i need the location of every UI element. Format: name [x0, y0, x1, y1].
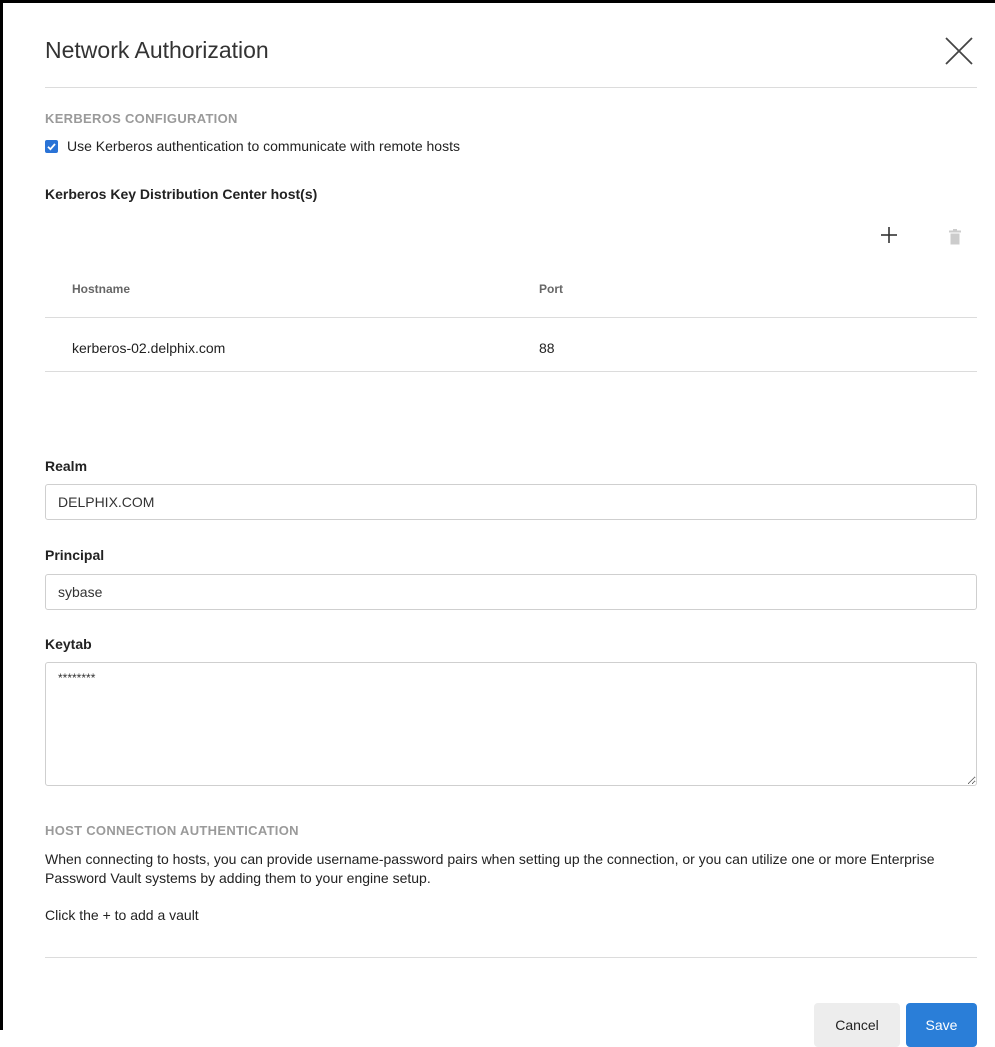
table-row[interactable]: kerberos-02.delphix.com 88 [45, 318, 977, 371]
principal-input[interactable] [45, 574, 977, 610]
use-kerberos-row: Use Kerberos authentication to communica… [45, 138, 460, 154]
cancel-button[interactable]: Cancel [814, 1003, 900, 1047]
principal-label: Principal [45, 547, 105, 563]
kdc-hosts-label: Kerberos Key Distribution Center host(s) [45, 186, 318, 202]
delete-host-icon[interactable] [948, 229, 962, 245]
header-divider [45, 87, 977, 88]
network-authorization-dialog: Network Authorization KERBEROS CONFIGURA… [0, 0, 995, 1047]
realm-label: Realm [45, 458, 88, 474]
use-kerberos-label: Use Kerberos authentication to communica… [67, 138, 460, 154]
add-vault-hint: Click the + to add a vault [45, 907, 199, 923]
save-button[interactable]: Save [906, 1003, 977, 1047]
table-row-divider [45, 371, 977, 372]
close-icon[interactable] [941, 33, 977, 69]
port-cell: 88 [539, 340, 555, 356]
footer-divider [45, 957, 977, 958]
hostname-cell: kerberos-02.delphix.com [72, 340, 226, 356]
dialog-title: Network Authorization [45, 37, 269, 63]
host-auth-section-heading: HOST CONNECTION AUTHENTICATION [45, 823, 299, 838]
add-host-icon[interactable] [879, 225, 899, 245]
keytab-label: Keytab [45, 636, 92, 652]
keytab-textarea[interactable]: ******** [45, 662, 977, 786]
realm-input[interactable] [45, 484, 977, 520]
kerberos-section-heading: KERBEROS CONFIGURATION [45, 111, 238, 126]
host-auth-description: When connecting to hosts, you can provid… [45, 851, 935, 886]
use-kerberos-checkbox[interactable] [45, 139, 58, 153]
column-header-port: Port [539, 282, 563, 296]
column-header-hostname: Hostname [72, 282, 131, 296]
